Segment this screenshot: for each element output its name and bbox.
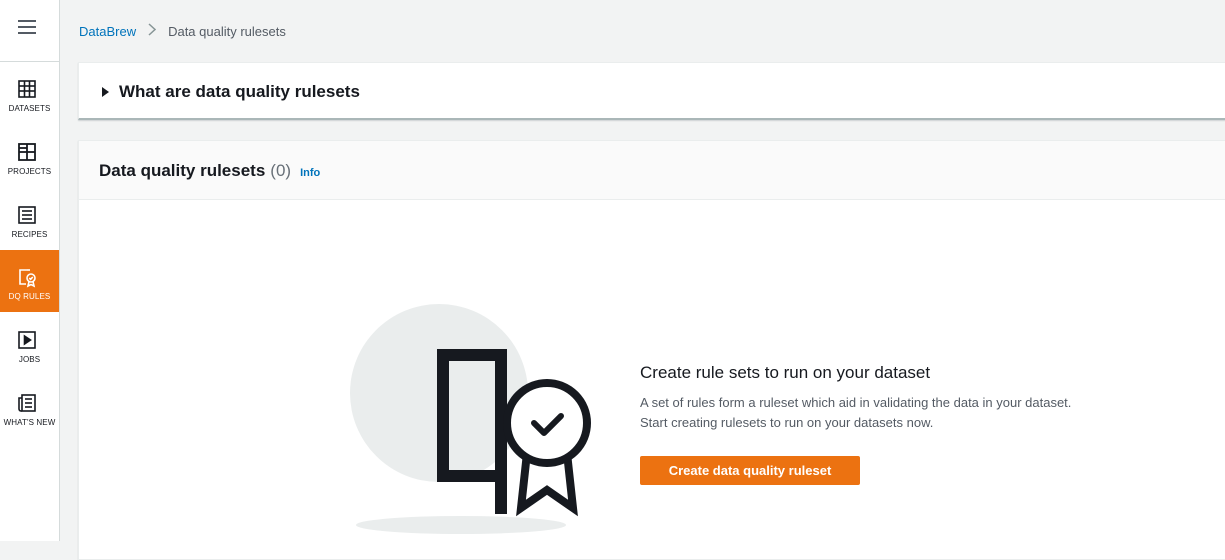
sidebar-item-label: DATASETS	[8, 104, 51, 113]
empty-state-title: Create rule sets to run on your dataset	[640, 363, 931, 382]
rulesets-header: Data quality rulesets (0) Info	[79, 141, 1225, 200]
grid-icon	[18, 143, 36, 161]
expander-toggle[interactable]: What are data quality rulesets	[102, 82, 360, 102]
rules-badge-icon	[19, 269, 36, 288]
breadcrumb-current: Data quality rulesets	[168, 23, 286, 39]
sidebar-item-datasets[interactable]: DATASETS	[0, 62, 59, 124]
breadcrumb: DataBrew Data quality rulesets	[79, 23, 286, 39]
info-link[interactable]: Info	[300, 167, 320, 179]
breadcrumb-databrew-link[interactable]: DataBrew	[79, 24, 136, 39]
sidebar-item-label: RECIPES	[11, 230, 48, 239]
caret-right-icon	[102, 87, 109, 97]
sidebar-item-dq-rules[interactable]: DQ RULES	[0, 250, 59, 312]
newspaper-icon	[18, 394, 36, 412]
create-ruleset-button[interactable]: Create data quality ruleset	[640, 456, 860, 485]
play-icon	[18, 331, 36, 349]
sidebar-item-label: PROJECTS	[7, 167, 52, 176]
menu-icon[interactable]	[18, 20, 36, 36]
sidebar-item-jobs[interactable]: JOBS	[0, 313, 59, 375]
rulesets-title-text: Data quality rulesets	[99, 161, 266, 180]
sidebar-item-label: JOBS	[18, 355, 41, 364]
sidebar-item-recipes[interactable]: RECIPES	[0, 188, 59, 250]
list-icon	[18, 206, 36, 224]
empty-state-description: A set of rules form a ruleset which aid …	[640, 395, 1072, 430]
empty-state-illustration	[350, 304, 591, 534]
rulesets-title: Data quality rulesets (0) Info	[99, 161, 320, 181]
sidebar-item-label: WHAT'S NEW	[3, 418, 56, 427]
chevron-right-icon	[148, 23, 157, 39]
sidebar-item-label: DQ RULES	[8, 292, 51, 301]
rulesets-count: (0)	[270, 161, 292, 180]
sidebar-item-whats-new[interactable]: WHAT'S NEW	[0, 376, 59, 438]
table-icon	[18, 80, 36, 98]
expander-label: What are data quality rulesets	[119, 82, 360, 101]
sidebar: DATASETS PROJECTS RECIPES DQ RULES JOBS …	[0, 0, 60, 541]
what-are-rulesets-panel: What are data quality rulesets	[78, 62, 1225, 120]
sidebar-item-projects[interactable]: PROJECTS	[0, 125, 59, 187]
rulesets-container: Data quality rulesets (0) Info Create ru…	[78, 140, 1225, 560]
